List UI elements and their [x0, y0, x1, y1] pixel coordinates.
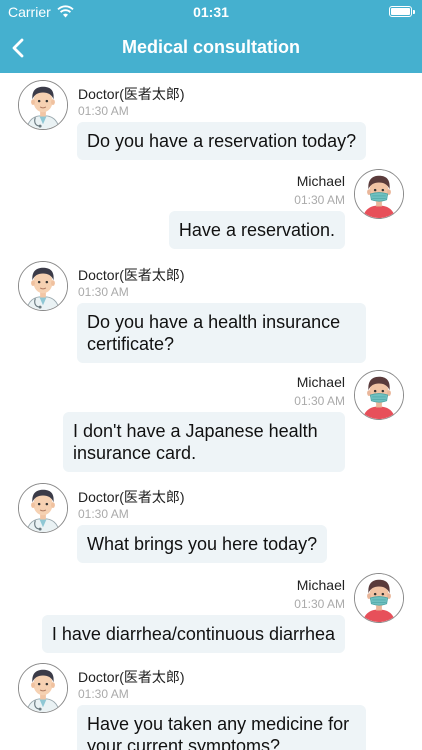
patient-avatar-icon[interactable] — [354, 370, 404, 420]
sender-name: Doctor(医者太郎) — [78, 669, 185, 685]
message-time: 01:30 AM — [294, 597, 345, 611]
chat-list[interactable]: Doctor(医者太郎) 01:30 AM Do you have a rese… — [0, 73, 422, 750]
message-time: 01:30 AM — [78, 104, 129, 118]
sender-name: Doctor(医者太郎) — [78, 86, 185, 102]
doctor-avatar-icon[interactable] — [18, 663, 68, 713]
sender-name: Michael — [296, 577, 345, 593]
patient-avatar-icon[interactable] — [354, 169, 404, 219]
message-bubble[interactable]: I don't have a Japanese health insurance… — [63, 412, 345, 472]
status-bar: Carrier 01:31 — [0, 3, 422, 21]
message-time: 01:30 AM — [78, 687, 129, 701]
app-header: Carrier 01:31 Medical consultation — [0, 0, 422, 73]
doctor-avatar-icon[interactable] — [18, 483, 68, 533]
sender-name: Doctor(医者太郎) — [78, 267, 185, 283]
sender-name: Michael — [296, 173, 345, 189]
battery-icon — [389, 6, 415, 17]
page-title: Medical consultation — [121, 37, 301, 57]
message-time: 01:30 AM — [78, 507, 129, 521]
message-time: 01:30 AM — [78, 285, 129, 299]
message-time: 01:30 AM — [294, 193, 345, 207]
message-time: 01:30 AM — [294, 394, 345, 408]
patient-avatar-icon[interactable] — [354, 573, 404, 623]
doctor-avatar-icon[interactable] — [18, 261, 68, 311]
message-bubble[interactable]: Have you taken any medicine for your cur… — [77, 705, 366, 750]
sender-name: Michael — [296, 374, 345, 390]
message-bubble[interactable]: Do you have a reservation today? — [77, 122, 367, 160]
message-bubble[interactable]: What brings you here today? — [77, 525, 328, 563]
doctor-avatar-icon[interactable] — [18, 80, 68, 130]
message-bubble[interactable]: Do you have a health insurance certifica… — [77, 303, 366, 363]
sender-name: Doctor(医者太郎) — [78, 489, 185, 505]
message-bubble[interactable]: Have a reservation. — [168, 211, 345, 249]
message-bubble[interactable]: I have diarrhea/continuous diarrhea — [41, 615, 345, 653]
status-time: 01:31 — [193, 4, 229, 20]
